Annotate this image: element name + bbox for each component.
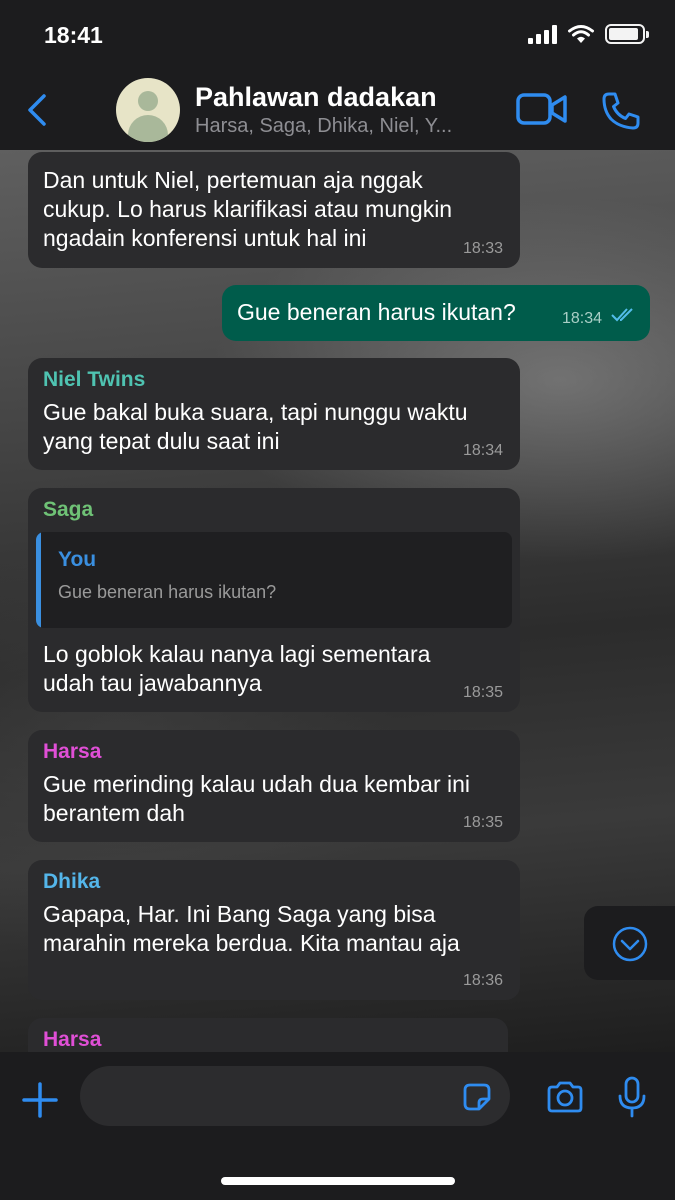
composer-bar: [0, 1052, 675, 1200]
message-sender[interactable]: Harsa: [43, 740, 101, 764]
message-sender[interactable]: Niel Twins: [43, 368, 145, 392]
message-bubble[interactable]: Dhika Gapapa, Har. Ini Bang Saga yang bi…: [28, 860, 520, 1000]
phone-icon: [602, 92, 640, 130]
message-time: 18:33: [463, 240, 504, 257]
scroll-to-bottom-button[interactable]: [584, 906, 675, 980]
message-bubble[interactable]: Harsa: [28, 1018, 508, 1052]
quoted-message[interactable]: You Gue beneran harus ikutan?: [36, 532, 512, 628]
plus-icon: [22, 1082, 58, 1118]
message-text: Dan untuk Niel, pertemuan aja nggak cuku…: [43, 167, 453, 251]
group-avatar[interactable]: [116, 78, 180, 142]
message-sender[interactable]: Saga: [43, 498, 93, 522]
read-ticks-icon: [611, 308, 633, 322]
status-icons: [528, 24, 649, 44]
message-time: 18:34: [463, 442, 504, 459]
message-input[interactable]: [100, 1076, 454, 1118]
message-text: Gue beneran harus ikutan?: [237, 299, 516, 325]
message-bubble[interactable]: Niel Twins Gue bakal buka suara, tapi nu…: [28, 358, 520, 470]
message-time: 18:34: [562, 310, 603, 327]
video-call-button[interactable]: [516, 90, 568, 128]
message-text: Lo goblok kalau nanya lagi sementara uda…: [43, 641, 431, 696]
back-button[interactable]: [22, 90, 52, 130]
battery-icon: [605, 24, 649, 44]
quoted-text: Gue beneran harus ikutan?: [58, 582, 277, 602]
camera-icon: [547, 1081, 583, 1113]
message-time: 18:35: [463, 814, 504, 831]
chat-title[interactable]: Pahlawan dadakan: [195, 82, 437, 113]
home-indicator: [221, 1177, 455, 1185]
mic-icon: [618, 1076, 646, 1118]
status-time: 18:41: [44, 22, 103, 48]
attach-button[interactable]: [22, 1082, 58, 1118]
voice-call-button[interactable]: [600, 90, 642, 132]
message-time: 18:35: [463, 684, 504, 701]
chat-area[interactable]: Dan untuk Niel, pertemuan aja nggak cuku…: [0, 150, 675, 1052]
top-bar: 18:41 Pahlawan dadakan Harsa, Saga, Dhik…: [0, 0, 675, 150]
wifi-icon: [568, 25, 594, 43]
sticker-button[interactable]: [462, 1082, 492, 1112]
sticker-icon: [463, 1083, 491, 1111]
message-sender[interactable]: Dhika: [43, 870, 100, 894]
message-bubble-outgoing[interactable]: Gue beneran harus ikutan? 18:34: [222, 285, 650, 341]
message-bubble[interactable]: Dan untuk Niel, pertemuan aja nggak cuku…: [28, 152, 520, 268]
quoted-sender: You: [58, 548, 97, 571]
mic-button[interactable]: [618, 1076, 646, 1118]
scroll-down-icon: [612, 926, 648, 962]
message-bubble[interactable]: Harsa Gue merinding kalau udah dua kemba…: [28, 730, 520, 842]
message-text: Gue merinding kalau udah dua kembar ini …: [43, 771, 471, 826]
message-bubble[interactable]: Saga You Gue beneran harus ikutan? Lo go…: [28, 488, 520, 712]
message-input-container[interactable]: [80, 1066, 510, 1126]
camera-button[interactable]: [546, 1080, 584, 1114]
signal-icon: [528, 24, 557, 44]
back-chevron-icon: [28, 94, 46, 126]
message-text: Gapapa, Har. Ini Bang Saga yang bisa mar…: [43, 901, 460, 956]
chat-subtitle[interactable]: Harsa, Saga, Dhika, Niel, Y...: [195, 115, 495, 138]
message-time: 18:36: [463, 972, 504, 989]
video-call-icon: [516, 93, 567, 125]
message-text: Gue bakal buka suara, tapi nunggu waktu …: [43, 399, 468, 454]
message-sender[interactable]: Harsa: [43, 1028, 101, 1052]
